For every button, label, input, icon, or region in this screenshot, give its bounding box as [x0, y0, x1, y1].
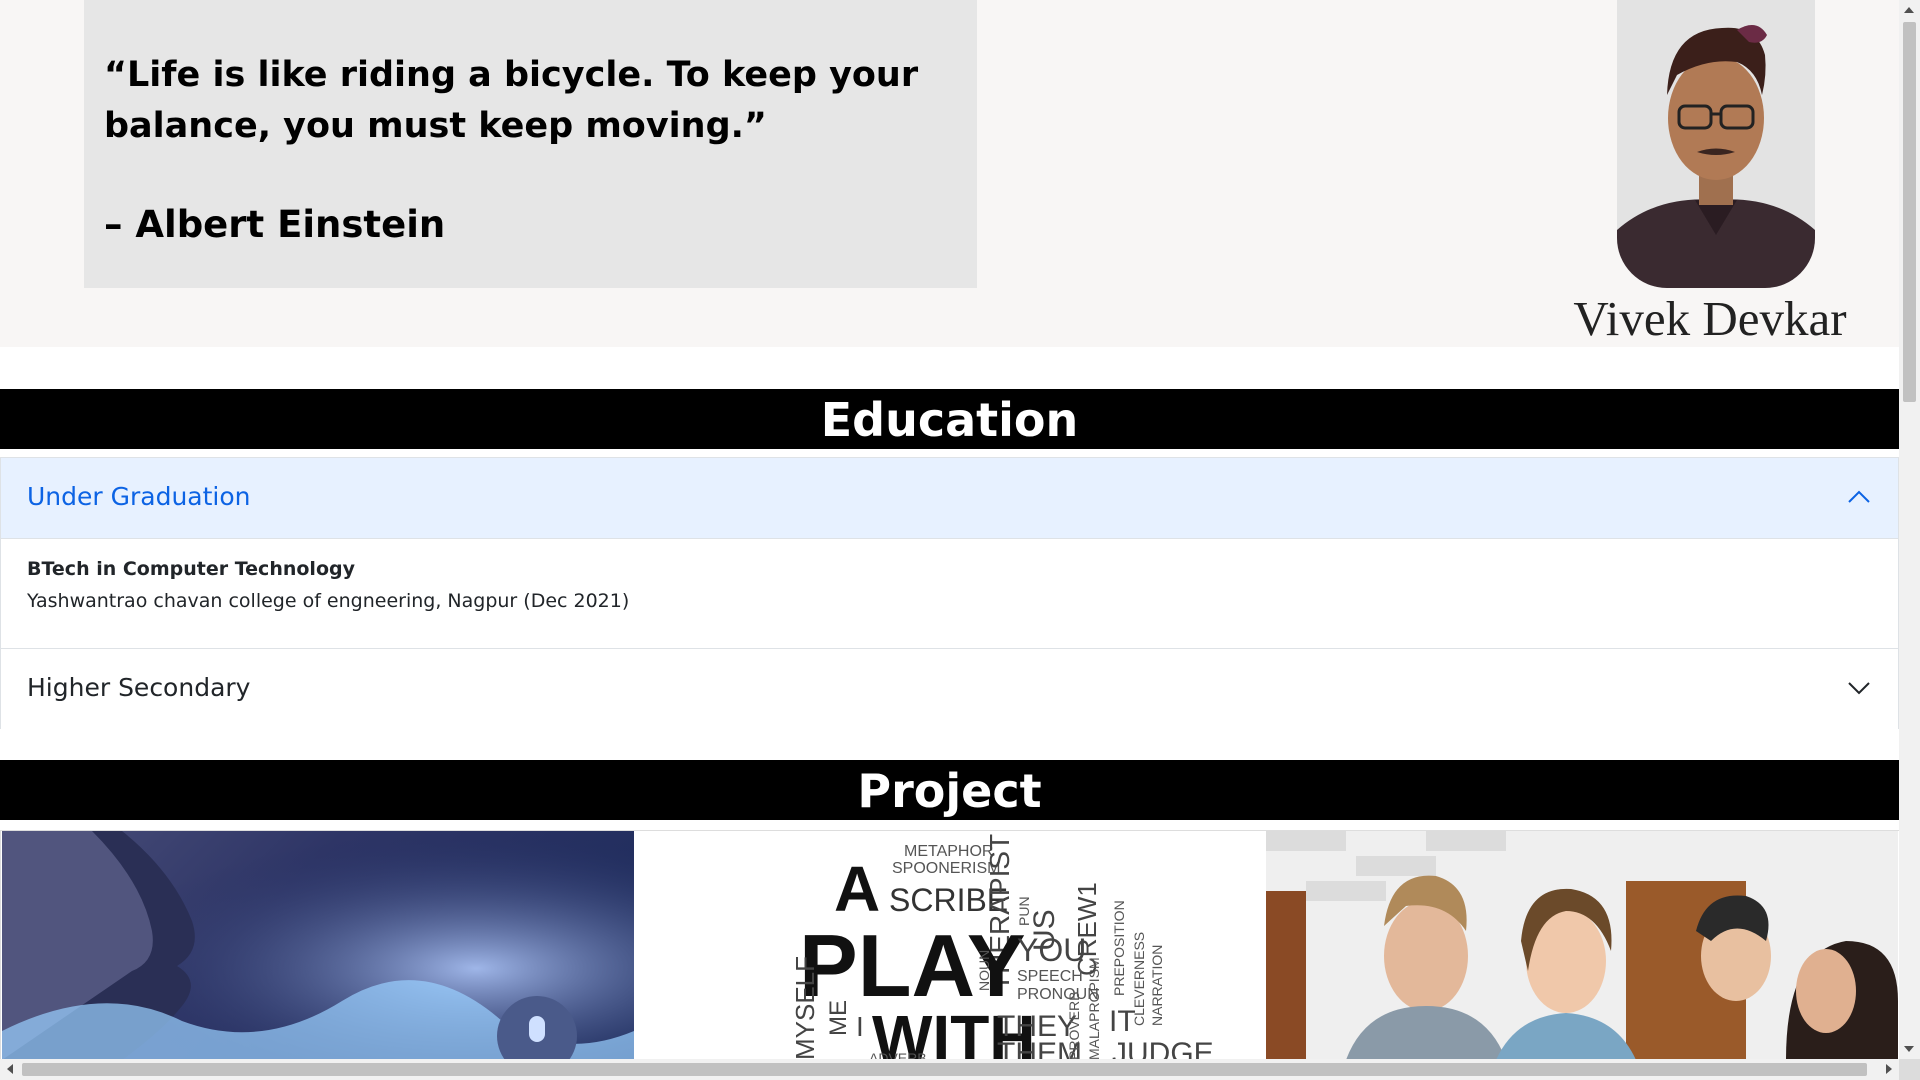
word-cloud-word: NOUN: [976, 950, 992, 991]
chevron-up-icon: [1848, 490, 1870, 503]
word-cloud-word: YOU: [1017, 932, 1086, 968]
quote-box: “Life is like riding a bicycle. To keep …: [84, 0, 977, 288]
education-heading: Education: [0, 389, 1899, 449]
accordion-body: BTech in Computer Technology Yashwantrao…: [27, 558, 1867, 612]
accordion-label: Higher Secondary: [27, 673, 251, 702]
voice-assistant-image[interactable]: [2, 831, 634, 1059]
word-cloud-word: SPEECH: [1017, 968, 1083, 985]
degree-title: BTech in Computer Technology: [27, 558, 355, 580]
word-cloud-word: PREPOSITION: [1111, 900, 1127, 996]
project-carousel[interactable]: METAPHOR SPOONERISM A SCRIBE THERAPIST P…: [0, 830, 1899, 1059]
scroll-up-arrow-icon[interactable]: [1904, 7, 1914, 13]
hero-section: “Life is like riding a bicycle. To keep …: [0, 0, 1899, 347]
scroll-down-arrow-icon[interactable]: [1904, 1046, 1914, 1052]
word-cloud-word: CLEVERNESS: [1131, 932, 1147, 1026]
horizontal-scrollbar[interactable]: [0, 1059, 1899, 1080]
avatar: [1617, 0, 1815, 288]
word-cloud-word: ME: [825, 1000, 852, 1036]
word-cloud-word: A: [834, 853, 880, 925]
word-cloud-word: ADVERB: [869, 1050, 927, 1059]
quote-author: – Albert Einstein: [104, 203, 446, 246]
scroll-left-arrow-icon[interactable]: [7, 1064, 13, 1074]
students-photo-image[interactable]: [1266, 831, 1898, 1059]
vertical-scroll-thumb[interactable]: [1903, 22, 1916, 402]
word-cloud-word: METAPHOR: [904, 843, 993, 860]
chevron-down-icon: [1848, 682, 1870, 695]
word-cloud-image[interactable]: METAPHOR SPOONERISM A SCRIBE THERAPIST P…: [634, 831, 1266, 1059]
scrollbar-corner: [1899, 1059, 1920, 1080]
word-cloud-word: I: [856, 1011, 864, 1042]
project-heading: Project: [0, 760, 1899, 820]
horizontal-scroll-thumb[interactable]: [22, 1063, 1867, 1076]
quote-text: “Life is like riding a bicycle. To keep …: [104, 55, 919, 146]
education-accordion: Under Graduation BTech in Computer Techn…: [0, 457, 1899, 729]
word-cloud-word: NARRATION: [1149, 945, 1165, 1026]
accordion-label: Under Graduation: [27, 482, 251, 511]
scroll-right-arrow-icon[interactable]: [1886, 1064, 1892, 1074]
word-cloud-word: MALAPROPISM: [1086, 957, 1102, 1059]
page: “Life is like riding a bicycle. To keep …: [0, 0, 1899, 1059]
word-cloud-word: PROVERB: [1066, 992, 1082, 1059]
profile-name: Vivek Devkar: [1573, 291, 1847, 346]
accordion-higher-secondary-button[interactable]: Higher Secondary: [1, 648, 1898, 729]
word-cloud-word: MYSELF: [790, 956, 820, 1059]
word-cloud-word: JUDGE: [1112, 1037, 1214, 1059]
accordion-under-graduation-button[interactable]: Under Graduation: [1, 458, 1898, 539]
college-text: Yashwantrao chavan college of engneering…: [27, 590, 630, 612]
vertical-scrollbar[interactable]: [1899, 0, 1920, 1059]
